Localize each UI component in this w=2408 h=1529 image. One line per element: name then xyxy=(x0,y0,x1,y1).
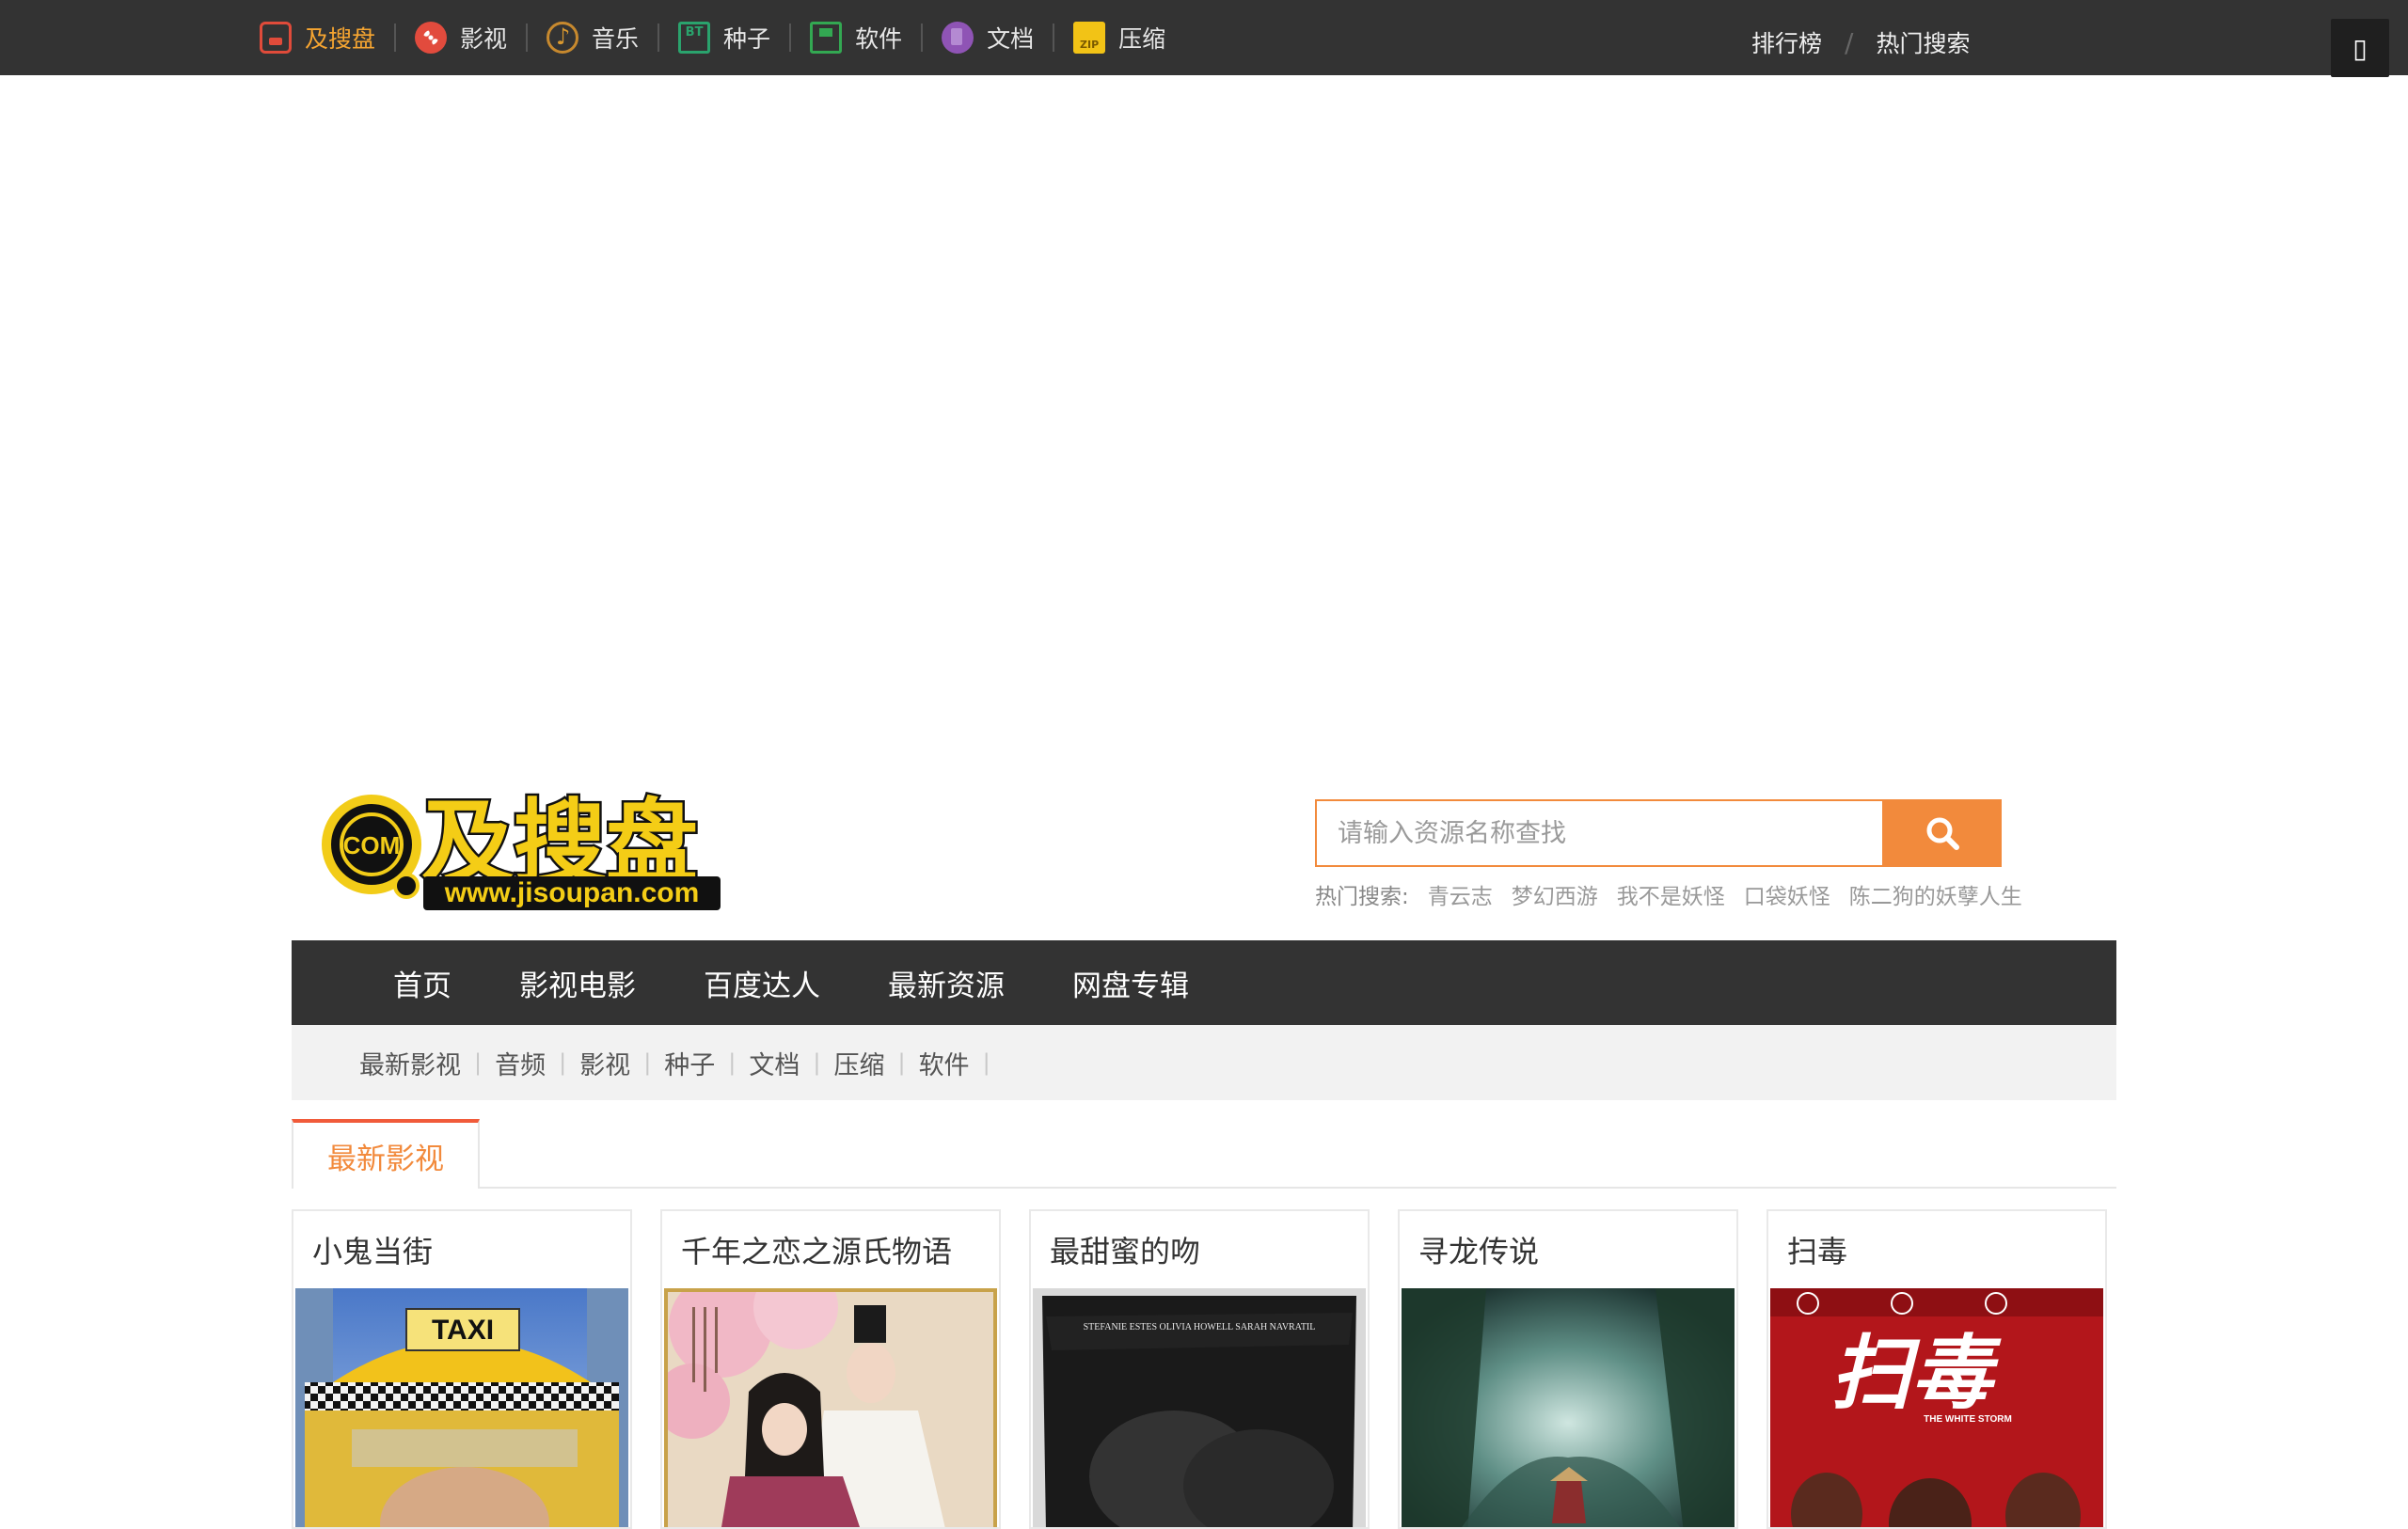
poster-image xyxy=(664,1288,997,1527)
movie-poster[interactable] xyxy=(1402,1288,1735,1527)
subnav-video[interactable]: 影视 xyxy=(579,1045,630,1081)
hot-term[interactable]: 口袋妖怪 xyxy=(1744,878,1830,910)
poster-image: 扫毒 THE WHITE STORM xyxy=(1770,1288,2103,1527)
site-logo[interactable]: COM 及搜盘 www.jisoupan.com xyxy=(320,780,724,922)
divider: | xyxy=(982,1049,990,1076)
movie-poster[interactable] xyxy=(664,1288,997,1527)
divider xyxy=(526,24,529,52)
square-glyph-icon[interactable]: ▯ xyxy=(2331,19,2389,77)
subnav-latest-video[interactable]: 最新影视 xyxy=(359,1045,461,1081)
movie-poster[interactable]: 扫毒 THE WHITE STORM xyxy=(1770,1288,2103,1527)
topnav-item-torrent[interactable]: BT 种子 xyxy=(678,0,770,75)
logo-url: www.jisoupan.com xyxy=(444,877,700,908)
poster-image: TAXI xyxy=(295,1288,628,1527)
movie-title[interactable]: 寻龙传说 xyxy=(1400,1211,1736,1288)
search-button[interactable] xyxy=(1882,799,2002,867)
topnav-item-video[interactable]: 影视 xyxy=(415,0,507,75)
poster-image xyxy=(1402,1288,1735,1527)
topnav-item-software[interactable]: 软件 xyxy=(810,0,902,75)
divider: | xyxy=(728,1049,737,1076)
topnav-label: 种子 xyxy=(723,25,771,53)
bt-torrent-icon: BT xyxy=(678,22,711,54)
poster-text: 扫毒 xyxy=(1830,1327,2002,1421)
hot-search-link[interactable]: 热门搜索 xyxy=(1876,25,1970,59)
movie-title[interactable]: 小鬼当街 xyxy=(293,1211,630,1288)
topnav-item-zip[interactable]: ZIP 压缩 xyxy=(1073,0,1165,75)
music-note-icon xyxy=(547,22,579,54)
subnav-audio[interactable]: 音频 xyxy=(495,1045,546,1081)
software-save-icon xyxy=(810,22,843,54)
movie-card[interactable]: 寻龙传说 xyxy=(1398,1209,1738,1529)
search-input[interactable] xyxy=(1315,799,1882,867)
subnav-zip[interactable]: 压缩 xyxy=(833,1045,884,1081)
mainnav-latest[interactable]: 最新资源 xyxy=(888,962,1005,1004)
divider: / xyxy=(1845,26,1854,58)
subnav-torrent[interactable]: 种子 xyxy=(664,1045,715,1081)
divider xyxy=(657,24,660,52)
logo-graphic: COM 及搜盘 www.jisoupan.com xyxy=(322,788,721,910)
film-reel-icon xyxy=(415,22,448,54)
search-bar xyxy=(1315,799,2002,867)
document-icon xyxy=(942,22,974,54)
topnav-item-home[interactable]: 及搜盘 xyxy=(260,0,375,75)
movie-title[interactable]: 扫毒 xyxy=(1768,1211,2105,1288)
topnav-label: 音乐 xyxy=(592,25,640,53)
mainnav-movies[interactable]: 影视电影 xyxy=(519,962,636,1004)
mainnav-home[interactable]: 首页 xyxy=(393,962,452,1004)
mainnav-baidu-experts[interactable]: 百度达人 xyxy=(704,962,820,1004)
divider: | xyxy=(559,1049,567,1076)
divider: | xyxy=(643,1049,652,1076)
main-nav: 首页 影视电影 百度达人 最新资源 网盘专辑 xyxy=(292,940,2116,1025)
topnav-item-document[interactable]: 文档 xyxy=(942,0,1034,75)
search-icon xyxy=(1926,817,1959,850)
hot-term[interactable]: 陈二狗的妖孽人生 xyxy=(1849,878,2022,910)
topnav-label: 文档 xyxy=(987,25,1035,53)
divider xyxy=(789,24,792,52)
movie-card[interactable]: 千年之恋之源氏物语 xyxy=(660,1209,1001,1529)
movie-title[interactable]: 千年之恋之源氏物语 xyxy=(662,1211,999,1288)
hot-searches: 热门搜索: 青云志 梦幻西游 我不是妖怪 口袋妖怪 陈二狗的妖孽人生 xyxy=(1315,878,2022,910)
disk-icon xyxy=(260,22,292,54)
poster-image: STEFANIE ESTES OLIVIA HOWELL SARAH NAVRA… xyxy=(1033,1288,1366,1527)
mainnav-albums[interactable]: 网盘专辑 xyxy=(1072,962,1189,1004)
subnav-document[interactable]: 文档 xyxy=(749,1045,800,1081)
divider: | xyxy=(897,1049,906,1076)
divider: | xyxy=(474,1049,483,1076)
zip-archive-icon: ZIP xyxy=(1073,22,1106,54)
topnav-label: 及搜盘 xyxy=(305,25,376,53)
logo-badge: COM xyxy=(343,831,401,859)
movie-card[interactable]: 扫毒 扫毒 THE WHITE STORM xyxy=(1766,1209,2107,1529)
topnav-label: 软件 xyxy=(855,25,903,53)
divider: | xyxy=(813,1049,821,1076)
divider xyxy=(394,24,397,52)
subnav-software[interactable]: 软件 xyxy=(919,1045,970,1081)
top-nav: 及搜盘 影视 音乐 BT 种子 软件 文档 ZIP 压缩 xyxy=(260,0,1165,75)
movie-poster[interactable]: TAXI xyxy=(295,1288,628,1527)
poster-text: TAXI xyxy=(432,1315,494,1346)
rank-link[interactable]: 排行榜 xyxy=(1751,25,1822,59)
tab-underline xyxy=(292,1187,2116,1189)
topnav-item-music[interactable]: 音乐 xyxy=(547,0,639,75)
topnav-label: 压缩 xyxy=(1118,25,1166,53)
top-bar: 及搜盘 影视 音乐 BT 种子 软件 文档 ZIP 压缩 xyxy=(0,0,2408,75)
top-right-links: 排行榜 / 热门搜索 xyxy=(1751,0,1970,85)
poster-text: STEFANIE ESTES OLIVIA HOWELL SARAH NAVRA… xyxy=(1084,1322,1316,1332)
poster-subtitle: THE WHITE STORM xyxy=(1924,1414,2012,1425)
hot-term[interactable]: 青云志 xyxy=(1428,878,1493,910)
tab-latest-video[interactable]: 最新影视 xyxy=(292,1119,480,1189)
divider xyxy=(921,24,924,52)
hot-label: 热门搜索: xyxy=(1315,885,1409,909)
topnav-label: 影视 xyxy=(460,25,508,53)
movie-title[interactable]: 最甜蜜的吻 xyxy=(1031,1211,1368,1288)
sub-nav: 最新影视 | 音频 | 影视 | 种子 | 文档 | 压缩 | 软件 | xyxy=(292,1025,2116,1100)
movie-poster[interactable]: STEFANIE ESTES OLIVIA HOWELL SARAH NAVRA… xyxy=(1033,1288,1366,1527)
movie-card[interactable]: 最甜蜜的吻 STEFANIE ESTES OLIVIA HOWELL SARAH… xyxy=(1029,1209,1370,1529)
movie-card[interactable]: 小鬼当街 TAXI xyxy=(292,1209,632,1529)
divider xyxy=(1053,24,1055,52)
hot-term[interactable]: 我不是妖怪 xyxy=(1617,878,1725,910)
hot-term[interactable]: 梦幻西游 xyxy=(1512,878,1598,910)
